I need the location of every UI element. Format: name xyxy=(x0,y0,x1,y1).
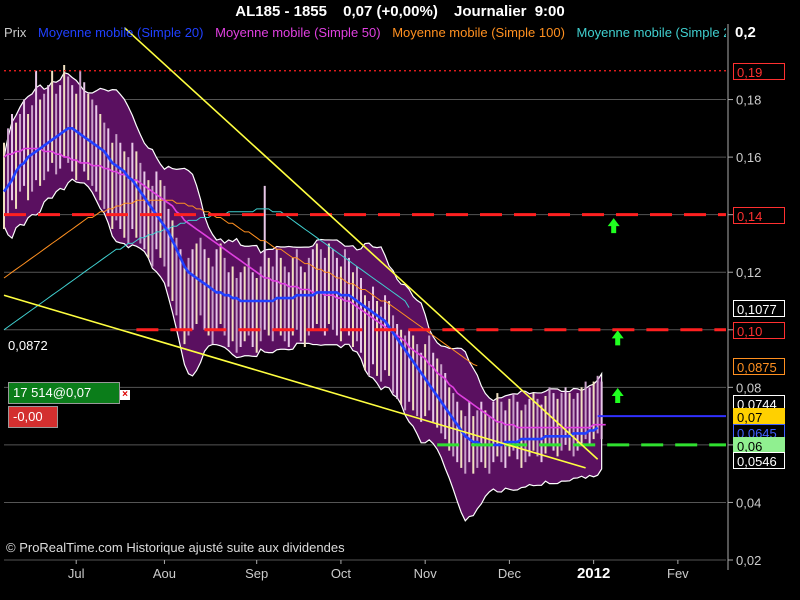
y-tick-label-3: 0,12 xyxy=(736,265,761,280)
price-tag-8: 0,06 xyxy=(733,436,785,454)
symbol-label: AL185 - 1855 xyxy=(235,3,327,20)
x-tick-label-3: Oct xyxy=(331,566,352,581)
x-tick-label-7: Fev xyxy=(667,566,689,581)
x-tick-label-1: Aou xyxy=(153,566,176,581)
legend-ma200[interactable]: Moyenne mobile (Simple 200) xyxy=(577,25,726,40)
legend-ma20[interactable]: Moyenne mobile (Simple 20) xyxy=(38,25,203,40)
price-tag-0: 0,19 xyxy=(733,62,785,80)
y-tick-label-7: 0,04 xyxy=(736,495,761,510)
y-tick-label-8: 0,02 xyxy=(736,553,761,568)
y-tick-label-5: 0,08 xyxy=(736,380,761,395)
x-tick-label-6: 2012 xyxy=(577,565,610,582)
x-tick-label-5: Dec xyxy=(498,566,522,581)
close-position-icon[interactable]: × xyxy=(120,390,130,400)
quote-label: 0,07 (+0,00%) xyxy=(343,3,438,20)
y-tick-label-0: 0,18 xyxy=(736,93,761,108)
x-tick-label-4: Nov xyxy=(414,566,438,581)
legend-ma100[interactable]: Moyenne mobile (Simple 100) xyxy=(392,25,565,40)
price-chart[interactable]: 0,18 0,16 0,14 0,12 0,10 0,08 0,06 0,04 0,02 Jul… xyxy=(0,0,800,600)
price-tag-1: 0,14 xyxy=(733,206,785,224)
copyright-notice: © ProRealTime.com Historique ajusté suit… xyxy=(6,540,345,555)
axis-top-label: 0,2 xyxy=(735,24,756,41)
chart-title: AL185 - 1855 0,07 (+0,00%) Journalier 9:… xyxy=(0,0,800,24)
period-label: Journalier xyxy=(454,3,527,20)
price-tag-4: 0,0875 xyxy=(733,357,785,375)
legend-price[interactable]: Prix xyxy=(4,25,26,40)
price-tag-3: 0,10 xyxy=(733,321,785,339)
position-pnl: -0,00 xyxy=(8,406,58,428)
chart-legend: Prix Moyenne mobile (Simple 20) Moyenne … xyxy=(4,24,726,42)
left-value-label: 0,0872 xyxy=(8,338,48,353)
time-label: 9:00 xyxy=(534,3,565,20)
x-tick-label-2: Sep xyxy=(245,566,268,581)
price-tag-6: 0,07 xyxy=(733,408,785,426)
price-tag-2: 0,1077 xyxy=(733,299,785,317)
legend-ma50[interactable]: Moyenne mobile (Simple 50) xyxy=(215,25,380,40)
price-tag-9: 0,0546 xyxy=(733,452,785,470)
position-quantity[interactable]: 17 514@0,07 xyxy=(8,382,120,404)
x-tick-label-0: Jul xyxy=(68,566,85,581)
y-tick-label-1: 0,16 xyxy=(736,150,761,165)
